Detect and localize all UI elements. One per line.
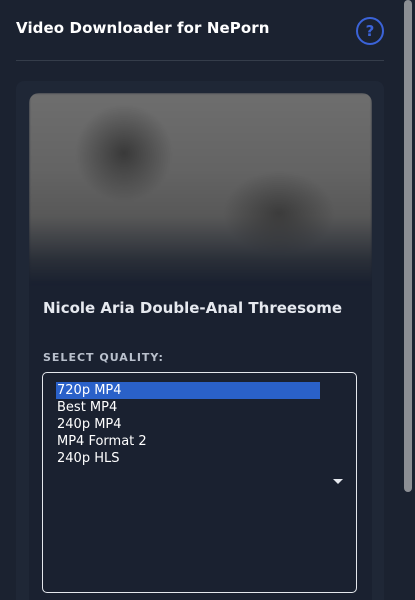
quality-select[interactable]: 720p MP4 Best MP4 240p MP4 MP4 Format 2 … [42,372,357,593]
app-title: Video Downloader for NePorn [16,19,270,37]
quality-option[interactable]: 240p HLS [56,450,119,467]
quality-option[interactable]: 240p MP4 [56,416,122,433]
header-divider [16,60,384,61]
scrollbar[interactable] [401,0,415,600]
quality-option[interactable]: 720p MP4 [56,382,320,399]
scrollbar-thumb[interactable] [404,0,412,492]
quality-label: SELECT QUALITY: [43,351,164,364]
video-thumbnail [29,93,372,283]
popup-window: Video Downloader for NePorn ? Nicole Ari… [0,0,415,600]
quality-option[interactable]: MP4 Format 2 [56,433,147,450]
video-card: Nicole Aria Double-Anal Threesome SELECT… [29,93,372,600]
quality-option[interactable]: Best MP4 [56,399,117,416]
chevron-down-icon[interactable] [333,479,343,484]
header: Video Downloader for NePorn ? [0,0,400,60]
video-title: Nicole Aria Double-Anal Threesome [43,299,343,317]
help-button[interactable]: ? [356,17,384,45]
